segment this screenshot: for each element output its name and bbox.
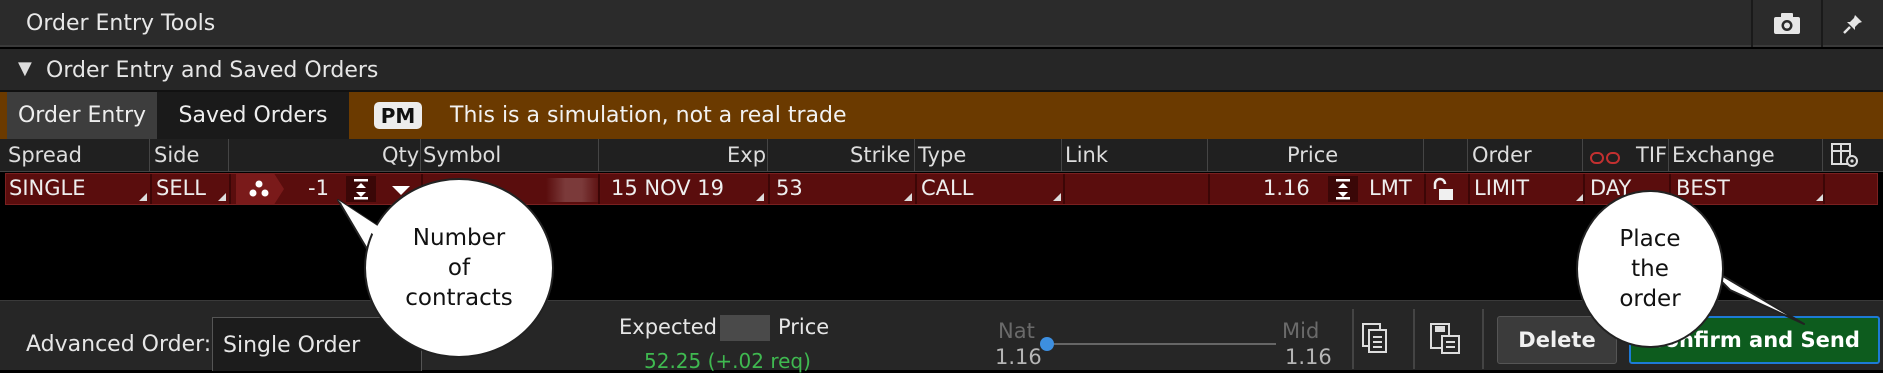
expiration-select[interactable]: 15 NOV 19 bbox=[611, 176, 766, 204]
order-row: SINGLE SELL -1 15 NOV 19 53 CALL 1.16 LM… bbox=[5, 173, 1878, 205]
dropdown-indicator bbox=[904, 193, 912, 201]
col-link[interactable]: Link bbox=[1065, 143, 1108, 167]
snapshot-button[interactable] bbox=[1751, 0, 1821, 47]
title-bar: Order Entry Tools bbox=[0, 0, 1883, 47]
dropdown-indicator bbox=[139, 193, 147, 201]
quantity-value[interactable]: -1 bbox=[308, 176, 329, 204]
col-qty[interactable]: Qty bbox=[382, 143, 419, 167]
side-value: SELL bbox=[156, 176, 206, 200]
unlock-icon[interactable] bbox=[1430, 177, 1460, 208]
expected-value: 52.25 (+.02 req) bbox=[644, 349, 811, 373]
pin-button[interactable] bbox=[1821, 0, 1883, 47]
col-spread[interactable]: Spread bbox=[8, 143, 82, 167]
nat-value: 1.16 bbox=[995, 345, 1042, 369]
save-icon bbox=[1430, 323, 1460, 354]
price-slider-track[interactable] bbox=[1046, 343, 1276, 345]
dropdown-indicator bbox=[1053, 193, 1061, 201]
col-side[interactable]: Side bbox=[154, 143, 199, 167]
order-type-select[interactable]: LIMIT bbox=[1474, 176, 1584, 204]
price-label: Price bbox=[778, 315, 830, 339]
type-select[interactable]: CALL bbox=[921, 176, 1061, 204]
tab-row: Order Entry Saved Orders PM This is a si… bbox=[0, 92, 1883, 139]
price-slider-thumb[interactable] bbox=[1040, 337, 1054, 351]
simulation-banner-text: This is a simulation, not a real trade bbox=[450, 103, 847, 128]
link-chain-icon bbox=[1590, 147, 1620, 171]
dropdown-indicator bbox=[756, 193, 764, 201]
camera-icon bbox=[1774, 12, 1800, 34]
col-tif[interactable]: TIF bbox=[1636, 143, 1667, 167]
callout-text: Place the order bbox=[1619, 226, 1681, 312]
window-title: Order Entry Tools bbox=[26, 11, 216, 36]
col-symbol[interactable]: Symbol bbox=[423, 143, 501, 167]
chevron-down-icon[interactable]: ▼ bbox=[18, 58, 32, 79]
save-order-button[interactable] bbox=[1428, 321, 1462, 355]
nat-label: Nat bbox=[998, 319, 1035, 343]
customize-columns-icon[interactable] bbox=[1830, 142, 1860, 174]
order-type-value: LIMIT bbox=[1474, 176, 1530, 200]
tab-order-entry[interactable]: Order Entry bbox=[7, 92, 157, 139]
col-price[interactable]: Price bbox=[1287, 143, 1338, 167]
spread-select[interactable]: SINGLE bbox=[9, 176, 149, 204]
legs-icon bbox=[249, 180, 269, 197]
col-strike[interactable]: Strike bbox=[850, 143, 910, 167]
expiration-value: 15 NOV 19 bbox=[611, 176, 725, 200]
tab-saved-orders[interactable]: Saved Orders bbox=[157, 92, 349, 139]
section-title: Order Entry and Saved Orders bbox=[46, 58, 379, 83]
copy-order-button[interactable] bbox=[1360, 321, 1390, 355]
col-exchange[interactable]: Exchange bbox=[1672, 143, 1775, 167]
strike-select[interactable]: 53 bbox=[776, 176, 914, 204]
column-header-row: Spread Side Qty Symbol Exp Strike Type L… bbox=[0, 139, 1883, 172]
stepper-icon bbox=[1336, 179, 1350, 200]
advanced-order-label: Advanced Order: bbox=[26, 332, 212, 357]
col-type[interactable]: Type bbox=[918, 143, 966, 167]
col-order[interactable]: Order bbox=[1472, 143, 1532, 167]
pin-icon bbox=[1843, 14, 1862, 34]
strike-value: 53 bbox=[776, 176, 803, 200]
spread-value: SINGLE bbox=[9, 176, 86, 200]
section-header[interactable]: ▼ Order Entry and Saved Orders bbox=[0, 49, 1883, 92]
col-exp[interactable]: Exp bbox=[727, 143, 766, 167]
spread-tag[interactable] bbox=[236, 174, 284, 204]
dropdown-indicator bbox=[218, 193, 226, 201]
clipboard-icon bbox=[1362, 323, 1387, 353]
redacted-field bbox=[720, 315, 770, 341]
side-select[interactable]: SELL bbox=[156, 176, 226, 204]
callout-text: Number of contracts bbox=[405, 225, 513, 311]
exchange-select[interactable]: BEST bbox=[1676, 176, 1826, 204]
price-value[interactable]: 1.16 bbox=[1263, 176, 1310, 204]
price-stepper[interactable] bbox=[1328, 176, 1358, 202]
price-type[interactable]: LMT bbox=[1369, 176, 1412, 204]
mid-value: 1.16 bbox=[1285, 345, 1332, 369]
expected-label: Expected bbox=[619, 315, 717, 339]
exchange-value: BEST bbox=[1676, 176, 1730, 200]
type-value: CALL bbox=[921, 176, 974, 200]
redacted-symbol bbox=[546, 178, 601, 202]
paper-money-badge: PM bbox=[374, 102, 422, 129]
callout-place-the-order: Place the order bbox=[1576, 190, 1724, 348]
mid-label: Mid bbox=[1282, 319, 1320, 343]
